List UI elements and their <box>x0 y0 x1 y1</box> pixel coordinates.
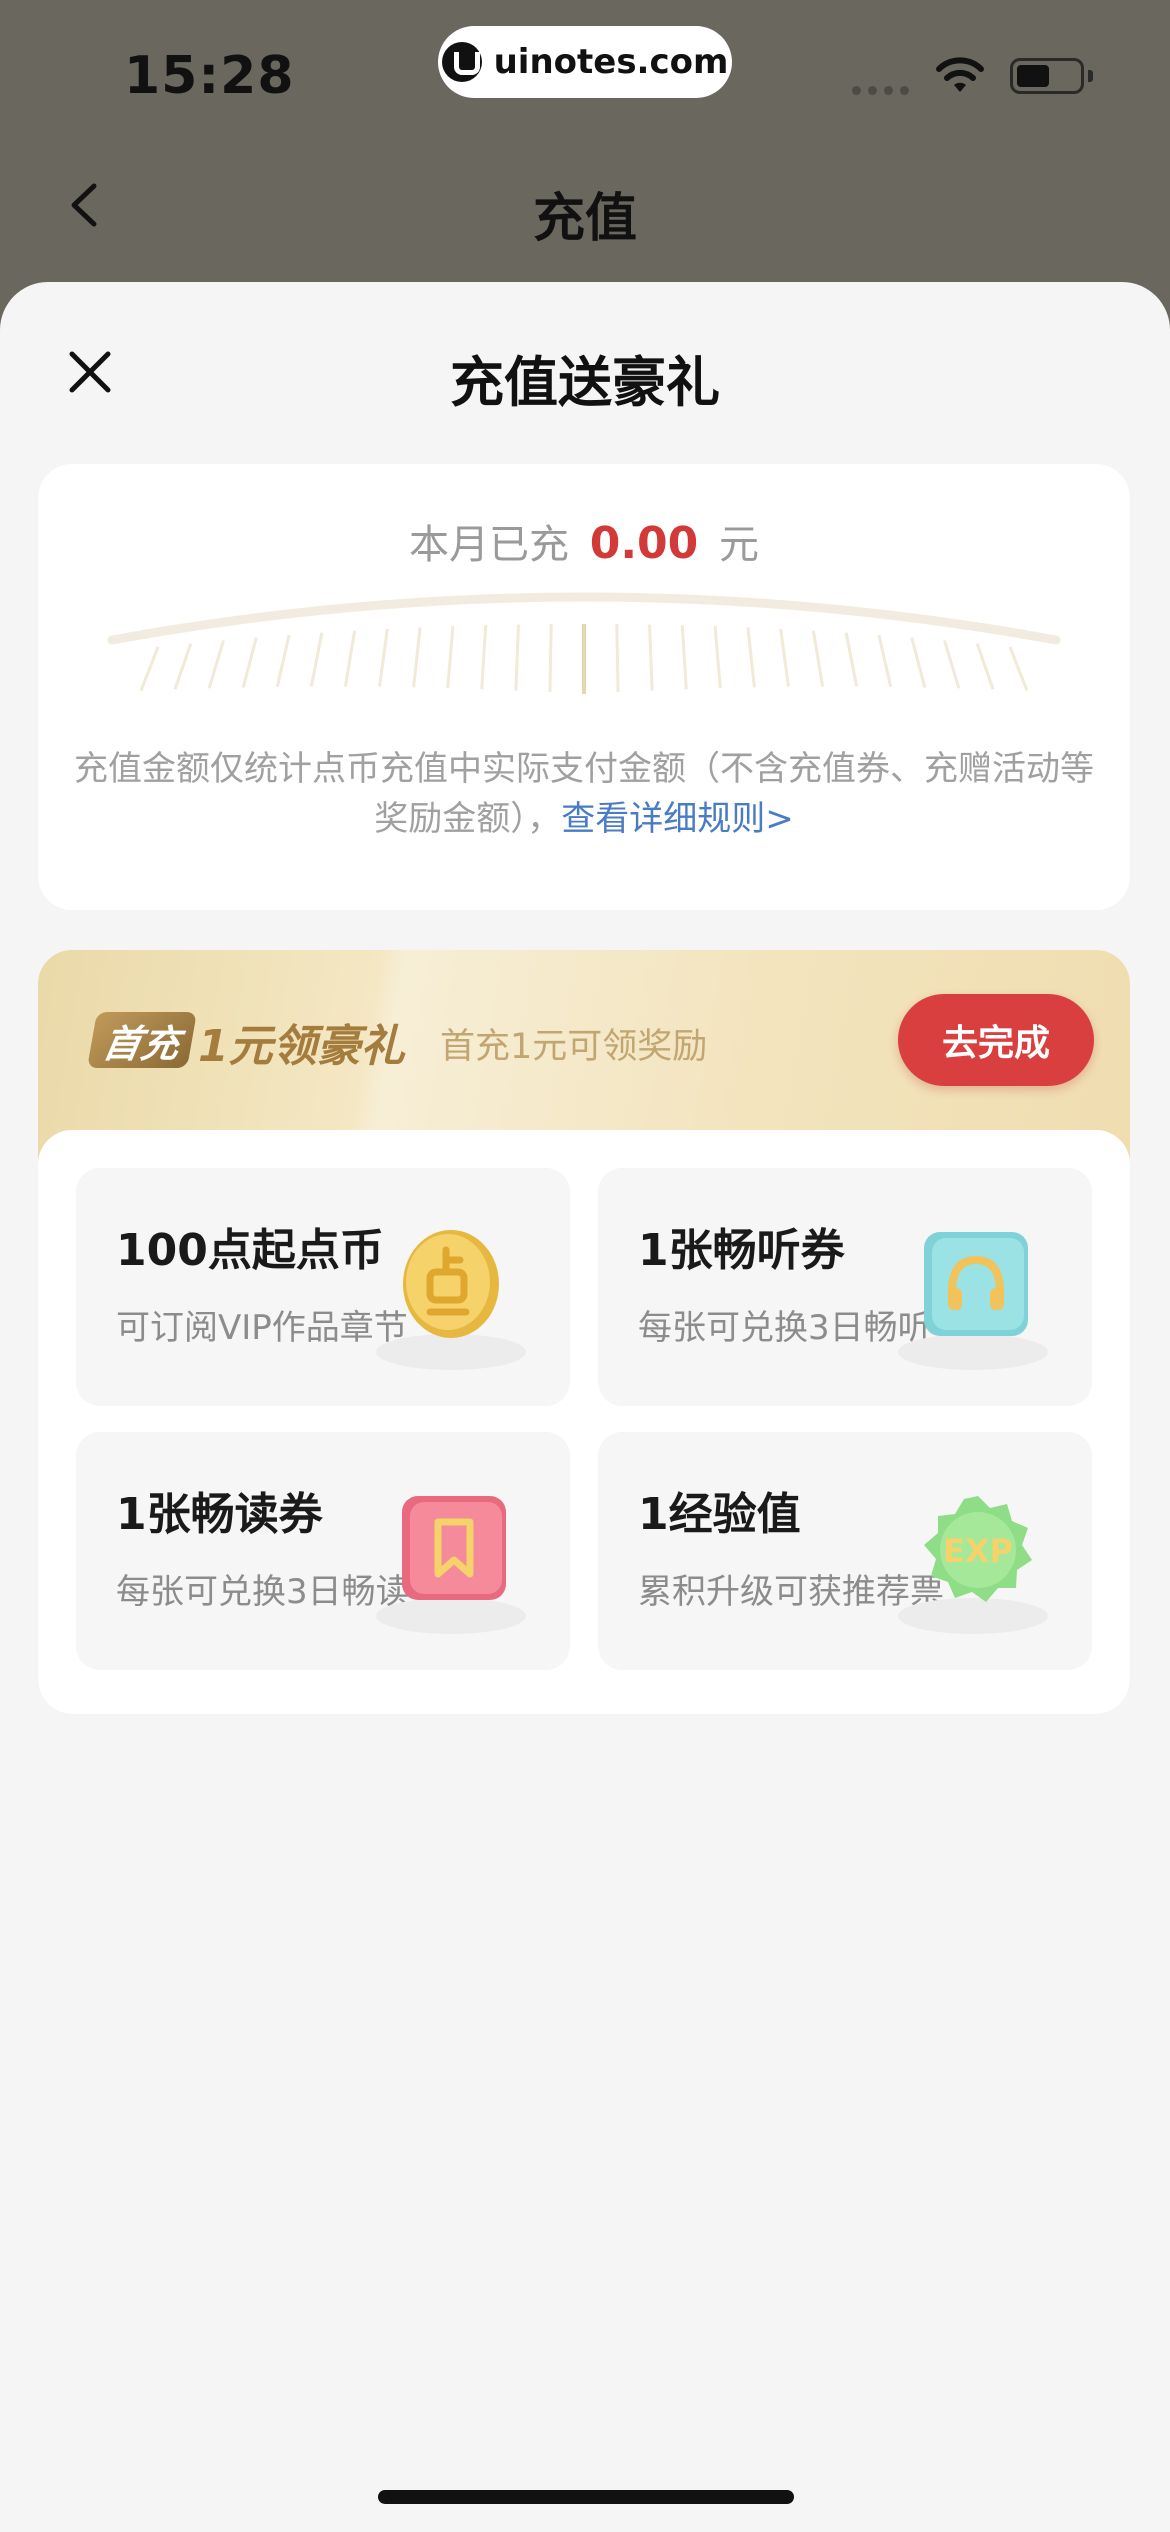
gauge-tick <box>275 634 291 688</box>
coin-icon <box>376 1218 526 1370</box>
gauge-tick <box>779 628 790 687</box>
sheet-title: 充值送豪礼 <box>450 351 720 414</box>
gauge-tick <box>378 628 389 687</box>
signal-icon <box>852 86 909 95</box>
reward-grid: 100点起点币 可订阅VIP作品章节 1张畅听券 每张可兑换3日畅听 1张畅读券… <box>38 1130 1130 1714</box>
gauge-tick <box>648 624 654 691</box>
gauge-tick <box>309 632 324 687</box>
gauge-tick <box>343 630 357 687</box>
gauge-ticks <box>139 624 1029 694</box>
url-text: uinotes.com <box>493 42 729 82</box>
reward-desc: 每张可兑换3日畅听 <box>638 1308 932 1348</box>
gauge-tick <box>139 646 160 692</box>
gauge-tick <box>241 637 258 688</box>
reward-title: 100点起点币 <box>116 1225 384 1276</box>
monthly-recharge-card: 本月已充 0.00 元 充值金额仅统计点币充值中实际支付金额（不含充值券、充赠活… <box>38 464 1130 910</box>
gauge-tick <box>975 643 995 690</box>
gauge-tick <box>412 627 422 688</box>
gauge-tick <box>207 640 225 689</box>
home-indicator[interactable] <box>378 2490 794 2504</box>
first-recharge-badge: 首充 <box>87 1012 197 1068</box>
exp-badge-icon: EXP <box>898 1482 1048 1634</box>
gauge-tick <box>446 626 455 689</box>
gauge-tick <box>480 625 488 690</box>
monthly-recharge-label: 本月已充 <box>409 522 569 568</box>
status-time: 15:28 <box>124 46 295 106</box>
first-recharge-headline: 1元领豪礼 <box>198 1021 405 1072</box>
reward-title: 1经验值 <box>638 1489 801 1540</box>
status-bar: 15:28 uinotes.com <box>0 0 1170 140</box>
gauge-tick <box>615 624 620 693</box>
gauge-tick <box>173 643 193 690</box>
gauge-tick <box>877 634 893 688</box>
gauge-tick <box>844 632 859 687</box>
gauge-tick <box>713 626 722 689</box>
battery-cap <box>1088 70 1093 82</box>
gauge-tick <box>1008 646 1029 692</box>
gauge-tick <box>514 624 520 691</box>
reward-desc: 每张可兑换3日畅读 <box>116 1572 410 1612</box>
svg-text:EXP: EXP <box>943 1532 1013 1570</box>
reward-title: 1张畅听券 <box>638 1225 845 1276</box>
go-complete-button[interactable]: 去完成 <box>898 994 1094 1086</box>
monthly-recharge-line: 本月已充 0.00 元 <box>38 512 1130 570</box>
site-logo-icon <box>441 42 482 82</box>
recharge-progress-gauge <box>107 592 1061 694</box>
monthly-recharge-amount: 0.00 <box>589 518 699 569</box>
reward-desc: 可订阅VIP作品章节 <box>116 1308 408 1348</box>
first-recharge-header: 首充 1元领豪礼 首充1元可领奖励 去完成 <box>38 950 1130 1150</box>
nav-bar: 充值 <box>0 160 1170 250</box>
first-recharge-card: 首充 1元领豪礼 首充1元可领奖励 去完成 100点起点币 可订阅VIP作品章节 <box>38 950 1130 1714</box>
page-title: 充值 <box>532 189 637 249</box>
first-recharge-subtitle: 首充1元可领奖励 <box>440 1027 708 1067</box>
monthly-recharge-unit: 元 <box>719 522 759 568</box>
url-pill: uinotes.com <box>438 26 732 98</box>
headphones-ticket-icon <box>898 1218 1048 1370</box>
gauge-tick <box>811 630 825 687</box>
reward-title: 1张畅读券 <box>116 1489 323 1540</box>
rules-link[interactable]: 查看详细规则> <box>561 799 794 839</box>
recharge-note: 充值金额仅统计点币充值中实际支付金额（不含充值券、充赠活动等奖励金额），查看详细… <box>68 744 1100 844</box>
reward-coins: 100点起点币 可订阅VIP作品章节 <box>76 1168 570 1406</box>
reward-listen-ticket: 1张畅听券 每张可兑换3日畅听 <box>598 1168 1092 1406</box>
bookmark-ticket-icon <box>376 1482 526 1634</box>
gauge-tick <box>746 627 756 688</box>
gauge-tick <box>680 625 688 690</box>
reward-read-ticket: 1张畅读券 每张可兑换3日畅读 <box>76 1432 570 1670</box>
gauge-tick <box>943 640 961 689</box>
wifi-icon <box>936 57 984 92</box>
gauge-tick <box>910 637 927 688</box>
gauge-tick <box>548 624 553 693</box>
battery-icon <box>1010 58 1084 94</box>
recharge-gift-sheet: 充值送豪礼 本月已充 0.00 元 充值金额仅统计点币充值中实际支付金额（不含充… <box>0 282 1170 2532</box>
reward-exp: 1经验值 累积升级可获推荐票 EXP <box>598 1432 1092 1670</box>
